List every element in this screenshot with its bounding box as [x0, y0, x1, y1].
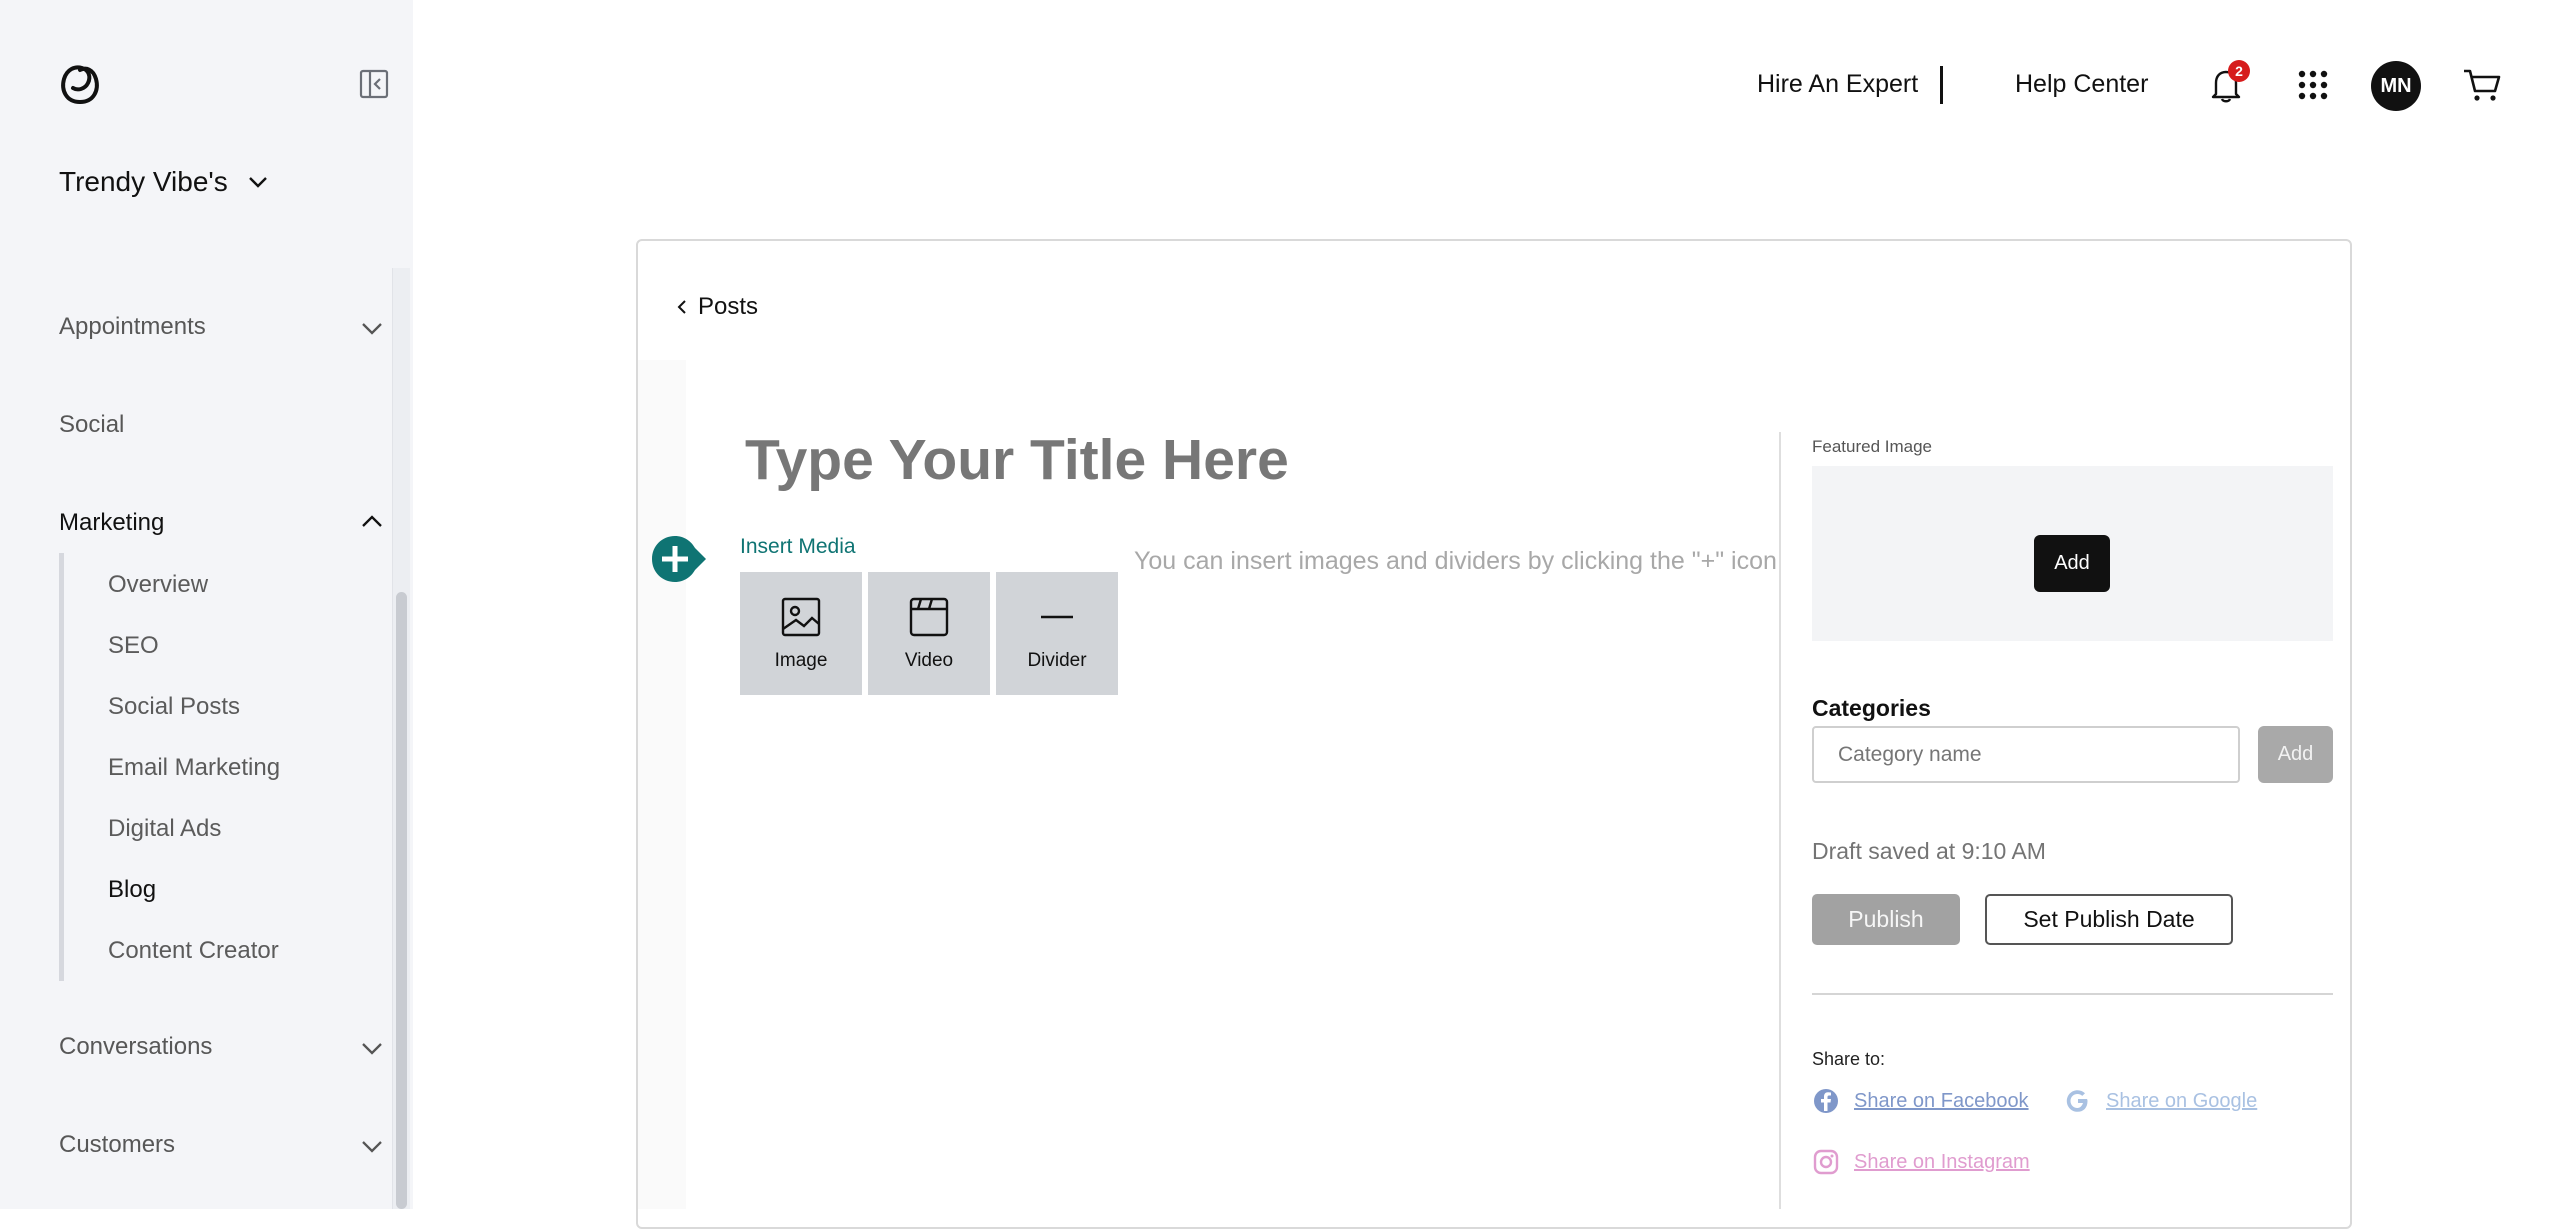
- apps-grid-icon[interactable]: [2298, 70, 2328, 100]
- featured-image-label: Featured Image: [1812, 437, 1933, 456]
- submenu-item-digital-ads[interactable]: Digital Ads: [108, 815, 221, 843]
- submenu-item-social-posts[interactable]: Social Posts: [108, 693, 240, 721]
- share-link-label: Share on Google: [2106, 1089, 2258, 1112]
- submenu-item-seo[interactable]: SEO: [108, 632, 159, 660]
- chevron-down-icon: [248, 177, 267, 188]
- back-to-posts-link[interactable]: Posts: [676, 293, 758, 321]
- nav-item-label: Marketing: [59, 509, 165, 536]
- site-name-label: Trendy Vibe's: [59, 166, 228, 197]
- collapse-sidebar-icon[interactable]: [358, 68, 390, 100]
- share-facebook-link[interactable]: Share on Facebook: [1812, 1087, 2029, 1115]
- categories-label: Categories: [1812, 695, 1931, 721]
- share-link-label: Share on Facebook: [1854, 1089, 2029, 1112]
- nav-item-marketing[interactable]: Marketing: [59, 509, 164, 537]
- share-link-label: Share on Instagram: [1854, 1150, 2030, 1173]
- google-icon: [2066, 1090, 2088, 1112]
- video-icon: [909, 597, 949, 636]
- insert-media-label: Insert Media: [740, 535, 856, 558]
- set-publish-date-button[interactable]: Set Publish Date: [1985, 894, 2233, 945]
- topbar-divider: [1940, 66, 1943, 104]
- submenu-item-email-marketing[interactable]: Email Marketing: [108, 754, 280, 782]
- add-featured-image-button[interactable]: Add: [2034, 535, 2110, 592]
- insert-video-button[interactable]: Video: [868, 572, 990, 695]
- nav-item-label: Appointments: [59, 313, 206, 340]
- insert-image-button[interactable]: Image: [740, 572, 862, 695]
- nav-item-label: Customers: [59, 1131, 176, 1158]
- sidebar-scrollbar-thumb[interactable]: [396, 592, 407, 1209]
- back-link-label: Posts: [698, 293, 759, 320]
- instagram-icon: [1813, 1149, 1839, 1175]
- nav-item-customers[interactable]: Customers: [59, 1131, 175, 1159]
- sidebar: Trendy Vibe's Appointments Social Market…: [0, 0, 413, 1209]
- site-switcher[interactable]: Trendy Vibe's: [59, 166, 270, 198]
- image-icon: [781, 597, 821, 636]
- chevron-up-icon[interactable]: [358, 508, 386, 536]
- post-body-editor[interactable]: You can insert images and dividers by cl…: [1134, 547, 1777, 576]
- submenu-item-content-creator[interactable]: Content Creator: [108, 937, 279, 965]
- post-title-input[interactable]: [745, 424, 1695, 496]
- hire-expert-link[interactable]: Hire An Expert: [1757, 70, 1918, 99]
- share-instagram-link[interactable]: Share on Instagram: [1812, 1148, 2030, 1176]
- nav-item-conversations[interactable]: Conversations: [59, 1033, 212, 1061]
- media-button-label: Divider: [1027, 649, 1087, 671]
- notification-badge: 2: [2228, 60, 2250, 82]
- panel-divider: [1779, 432, 1781, 1209]
- add-category-button[interactable]: Add: [2258, 726, 2333, 783]
- brand-logo-icon[interactable]: [58, 62, 102, 106]
- chevron-down-icon[interactable]: [358, 1034, 386, 1062]
- media-button-label: Image: [774, 649, 828, 671]
- insert-divider-button[interactable]: Divider: [996, 572, 1118, 695]
- editor-gutter: [638, 360, 686, 1209]
- media-button-label: Video: [904, 649, 954, 671]
- panel-separator: [1812, 993, 2333, 995]
- nav-item-label: Social: [59, 411, 125, 438]
- chevron-down-icon[interactable]: [358, 314, 386, 342]
- facebook-icon: [1814, 1089, 1838, 1113]
- submenu-rail: [59, 553, 64, 981]
- nav-item-appointments[interactable]: Appointments: [59, 313, 206, 341]
- nav-item-social[interactable]: Social: [59, 411, 124, 439]
- draft-status: Draft saved at 9:10 AM: [1812, 838, 2046, 864]
- submenu-item-blog[interactable]: Blog: [108, 876, 156, 904]
- chevron-left-icon: [677, 300, 686, 314]
- insert-plus-icon[interactable]: [650, 534, 708, 584]
- share-google-link[interactable]: Share on Google: [2064, 1087, 2257, 1115]
- submenu-item-overview[interactable]: Overview: [108, 571, 208, 599]
- chevron-down-icon[interactable]: [358, 1132, 386, 1160]
- nav-item-label: Conversations: [59, 1033, 213, 1060]
- category-name-input[interactable]: [1812, 726, 2240, 783]
- publish-button[interactable]: Publish: [1812, 894, 1960, 945]
- avatar[interactable]: MN: [2371, 61, 2421, 111]
- share-to-label: Share to:: [1812, 1049, 1886, 1069]
- help-center-link[interactable]: Help Center: [2015, 70, 2148, 99]
- cart-icon[interactable]: [2462, 66, 2502, 104]
- divider-icon: [1041, 615, 1073, 618]
